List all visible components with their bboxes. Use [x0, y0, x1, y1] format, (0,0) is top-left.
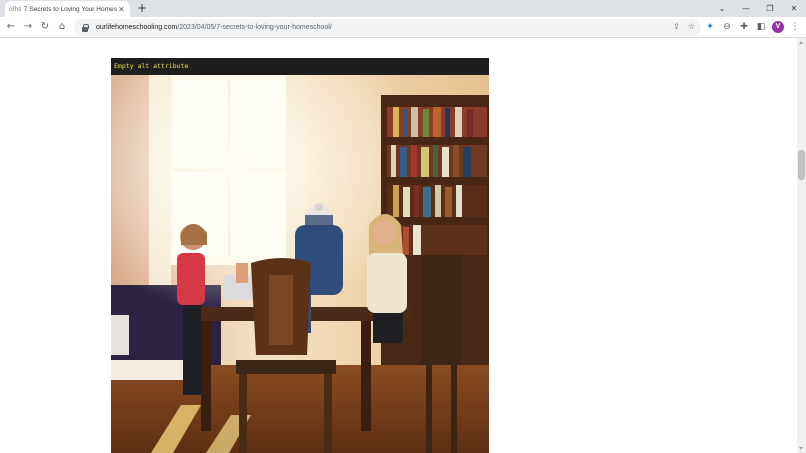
url-path: /2023/04/05/7-secrets-to-loving-your-hom…: [177, 24, 332, 31]
reload-button[interactable]: ↻: [38, 20, 52, 34]
page-scrollbar[interactable]: [797, 38, 806, 453]
close-window-button[interactable]: ✕: [783, 0, 805, 17]
share-icon[interactable]: ⇪: [673, 22, 680, 31]
tab-strip: olhs 7 Secrets to Loving Your Homesc ✕ +…: [0, 0, 806, 17]
forward-button[interactable]: →: [21, 20, 35, 34]
browser-tab[interactable]: olhs 7 Secrets to Loving Your Homesc ✕: [5, 1, 130, 17]
address-bar[interactable]: ourlifehomeschooling.com/2023/04/05/7-se…: [74, 19, 701, 36]
site-favicon-icon: olhs: [9, 5, 22, 13]
alt-attribute-warning: Empty alt attribute: [111, 58, 489, 75]
photo-of-children-at-table-icon: [111, 75, 489, 453]
extension-pin-icon[interactable]: ✦: [704, 21, 716, 33]
lens-icon[interactable]: ⊖: [721, 21, 733, 33]
browser-toolbar: ← → ↻ ⌂ ourlifehomeschooling.com/2023/04…: [0, 17, 806, 38]
article-photo: Empty alt attribute: [111, 58, 489, 453]
url-text[interactable]: ourlifehomeschooling.com/2023/04/05/7-se…: [96, 24, 332, 31]
side-panel-icon[interactable]: ◧: [755, 21, 767, 33]
minimize-button[interactable]: —: [735, 0, 757, 17]
scroll-down-arrow-icon[interactable]: [799, 447, 803, 450]
home-button[interactable]: ⌂: [55, 20, 69, 34]
back-button[interactable]: ←: [4, 20, 18, 34]
lock-icon[interactable]: [81, 23, 89, 32]
restore-button[interactable]: ❐: [759, 0, 781, 17]
new-tab-button[interactable]: +: [136, 2, 148, 14]
chrome-menu-icon[interactable]: ⋮: [789, 21, 801, 33]
tab-search-dropdown-icon[interactable]: ⌄: [711, 0, 733, 17]
url-host: ourlifehomeschooling.com: [96, 24, 178, 31]
tab-close-icon[interactable]: ✕: [117, 5, 126, 14]
profile-avatar[interactable]: V: [772, 21, 784, 33]
tab-title: 7 Secrets to Loving Your Homesc: [24, 5, 117, 13]
scroll-up-arrow-icon[interactable]: [799, 41, 803, 44]
extensions-puzzle-icon[interactable]: ✚: [738, 21, 750, 33]
page-viewport: Empty alt attribute: [0, 38, 797, 453]
scrollbar-thumb[interactable]: [798, 150, 805, 180]
bookmark-star-icon[interactable]: ☆: [688, 22, 695, 31]
